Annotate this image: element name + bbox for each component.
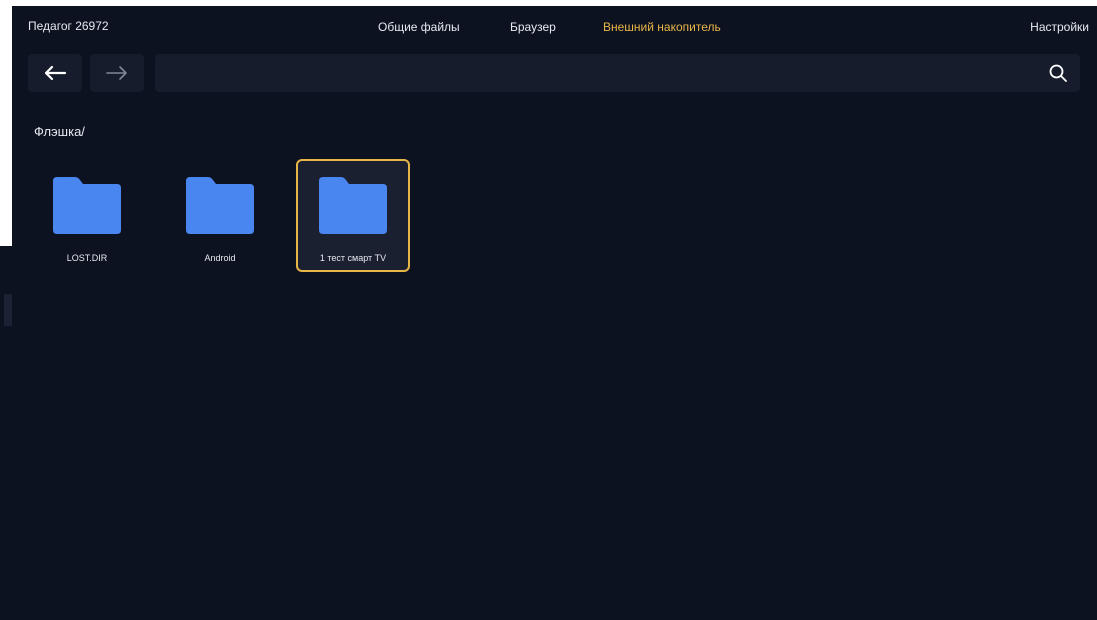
search-bar	[155, 54, 1080, 92]
search-icon[interactable]	[1048, 63, 1068, 83]
folder-name: LOST.DIR	[66, 253, 108, 263]
tab-browser[interactable]: Браузер	[510, 20, 556, 34]
tab-settings[interactable]: Настройки	[1030, 20, 1089, 34]
breadcrumb: Флэшка/	[34, 124, 85, 139]
folder-item-selected[interactable]: 1 тест смарт TV	[296, 159, 410, 272]
search-input[interactable]	[155, 54, 1035, 92]
top-bar: Педагог 26972 Общие файлы Браузер Внешни…	[12, 6, 1097, 46]
forward-button[interactable]	[90, 54, 144, 92]
folder-item[interactable]: LOST.DIR	[30, 159, 144, 272]
folder-item[interactable]: Android	[163, 159, 277, 272]
back-button[interactable]	[28, 54, 82, 92]
tab-shared-files[interactable]: Общие файлы	[378, 20, 460, 34]
user-name: Педагог 26972	[28, 19, 109, 33]
folder-name: Android	[204, 253, 236, 263]
tab-external-drive[interactable]: Внешний накопитель	[603, 20, 721, 34]
folder-icon	[186, 177, 254, 234]
left-edge-strip	[0, 246, 12, 620]
folder-name: 1 тест смарт TV	[319, 253, 387, 263]
folder-icon	[319, 177, 387, 234]
file-manager-screen: Педагог 26972 Общие файлы Браузер Внешни…	[12, 6, 1097, 620]
arrow-left-icon	[44, 65, 67, 81]
left-edge-notch	[4, 294, 12, 326]
folder-icon	[53, 177, 121, 234]
arrow-right-icon	[106, 66, 127, 80]
